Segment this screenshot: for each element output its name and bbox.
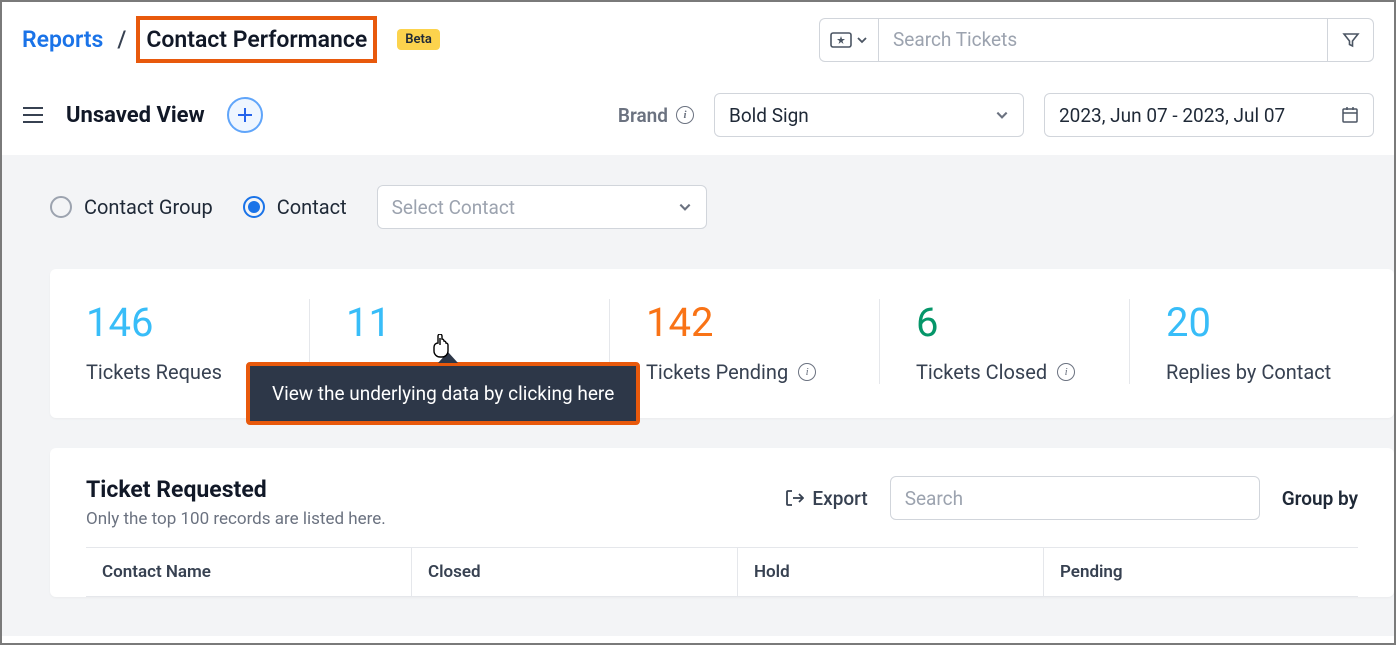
chevron-down-icon [678,200,692,214]
chevron-down-icon [995,108,1009,122]
stat-value: 11 [346,299,573,346]
stat-replies-by-contact[interactable]: 20 Replies by Contact [1130,299,1367,384]
calendar-icon [1341,106,1359,124]
brand-select[interactable]: Bold Sign [714,93,1024,137]
stat-label: Tickets Pending i [646,360,843,384]
info-icon[interactable]: i [676,106,694,124]
group-by-button[interactable]: Group by [1282,487,1358,510]
info-icon[interactable]: i [798,363,816,381]
radio-icon [50,196,72,218]
table-actions: Export Group by [784,476,1358,520]
stat-label: Tickets Closed i [916,360,1093,384]
view-bar-left: Unsaved View [22,97,263,133]
breadcrumb-root[interactable]: Reports [22,26,103,53]
table-title: Ticket Requested [86,476,386,503]
table-column-headers: Contact Name Closed Hold Pending [86,547,1358,597]
beta-badge: Beta [397,29,440,50]
col-hold[interactable]: Hold [738,548,1044,596]
ticket-icon [830,32,852,48]
menu-icon [22,106,44,124]
tooltip-text: View the underlying data by clicking her… [246,362,640,425]
contact-select[interactable]: Select Contact [377,185,707,229]
export-label: Export [812,487,867,510]
export-button[interactable]: Export [784,487,867,510]
table-header-row: Ticket Requested Only the top 100 record… [86,476,1358,529]
breadcrumb-separator: / [117,26,126,53]
main-area: Contact Group Contact Select Contact 146… [2,155,1394,636]
search-category-dropdown[interactable] [819,18,878,62]
stat-value: 6 [916,299,1093,346]
col-contact-name[interactable]: Contact Name [86,548,412,596]
stat-label: Tickets Reques [86,360,273,384]
contact-filter-row: Contact Group Contact Select Contact [50,185,1394,229]
search-container [819,18,1374,62]
col-closed[interactable]: Closed [412,548,738,596]
plus-icon [237,107,253,123]
table-search-input[interactable] [890,476,1260,520]
menu-button[interactable] [22,106,44,124]
brand-selected: Bold Sign [729,104,809,127]
stat-value: 142 [646,299,843,346]
radio-label: Contact Group [84,195,213,219]
table-subtitle: Only the top 100 records are listed here… [86,509,386,529]
view-title: Unsaved View [66,103,205,128]
tooltip: View the underlying data by clicking her… [246,362,640,425]
add-view-button[interactable] [227,97,263,133]
stat-value: 146 [86,299,273,346]
table-heading: Ticket Requested Only the top 100 record… [86,476,386,529]
chevron-down-icon [856,34,868,46]
radio-icon [243,196,265,218]
stat-tickets-pending[interactable]: 142 Tickets Pending i [610,299,880,384]
brand-label: Brand i [618,104,694,127]
stat-value: 20 [1166,299,1331,346]
search-input[interactable] [878,18,1328,62]
radio-contact[interactable]: Contact [243,195,347,219]
contact-select-placeholder: Select Contact [392,196,515,219]
table-card: Ticket Requested Only the top 100 record… [50,448,1394,597]
breadcrumb: Reports / Contact Performance Beta [22,16,440,63]
info-icon[interactable]: i [1057,363,1075,381]
top-bar: Reports / Contact Performance Beta [2,2,1394,87]
date-range-value: 2023, Jun 07 - 2023, Jul 07 [1059,104,1285,127]
radio-contact-group[interactable]: Contact Group [50,195,213,219]
breadcrumb-current: Contact Performance [136,16,377,63]
view-bar: Unsaved View Brand i Bold Sign 2023, Jun… [2,87,1394,155]
date-range-select[interactable]: 2023, Jun 07 - 2023, Jul 07 [1044,93,1374,137]
view-bar-right: Brand i Bold Sign 2023, Jun 07 - 2023, J… [618,93,1374,137]
radio-label: Contact [277,195,347,219]
export-icon [784,488,804,508]
stat-label: Replies by Contact [1166,360,1331,384]
filter-icon [1342,31,1360,49]
brand-label-text: Brand [618,104,668,127]
filter-button[interactable] [1328,18,1374,62]
stat-tickets-closed[interactable]: 6 Tickets Closed i [880,299,1130,384]
col-pending[interactable]: Pending [1044,548,1358,596]
